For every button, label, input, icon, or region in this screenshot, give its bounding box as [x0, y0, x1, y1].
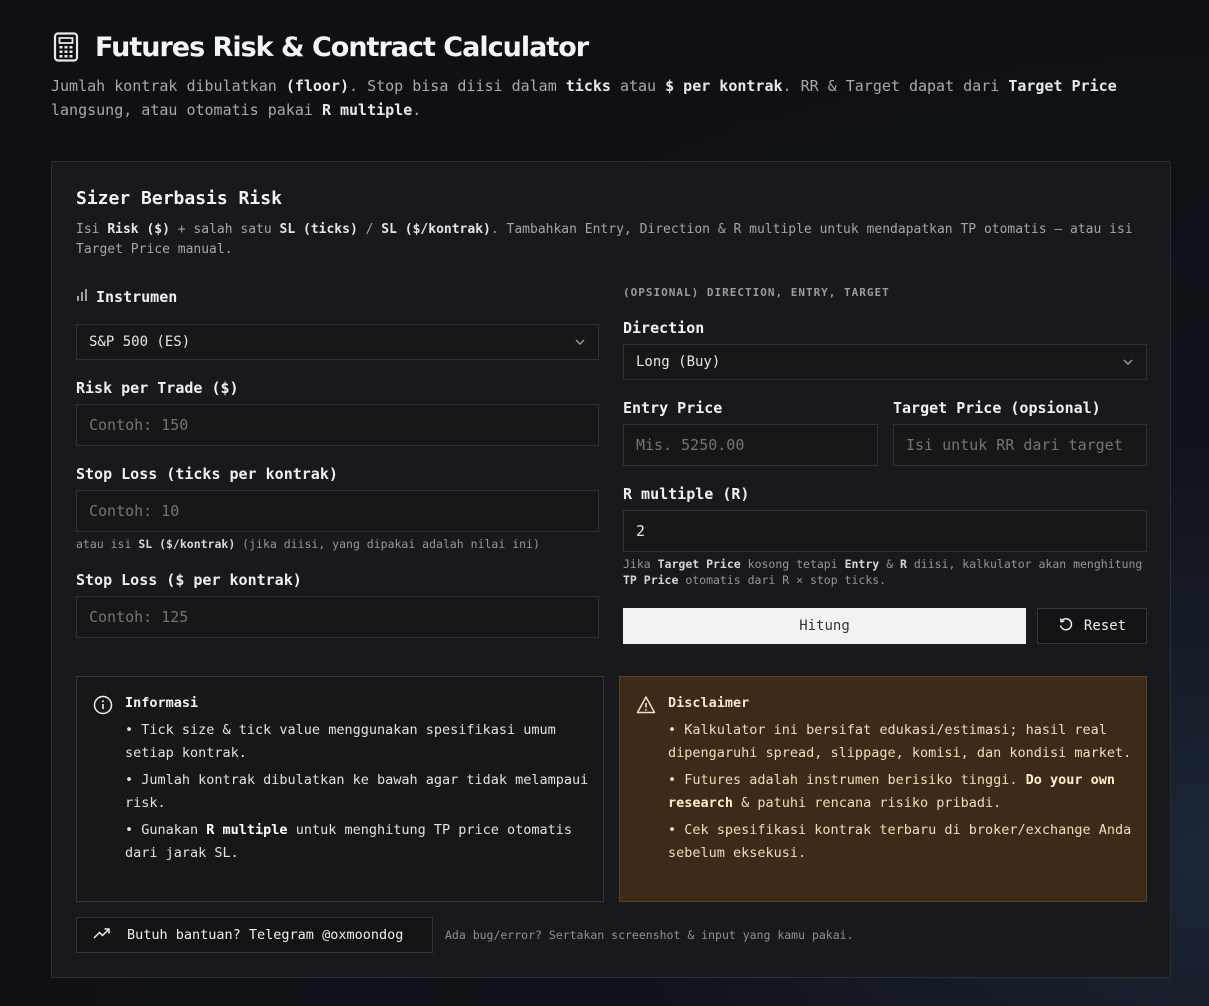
risk-label: Risk per Trade ($) [76, 379, 239, 397]
direction-select[interactable]: Long (Buy) [623, 344, 1147, 380]
instrument-label: Instrumen [96, 288, 178, 306]
target-label: Target Price (opsional) [893, 399, 1101, 417]
instrument-label-row: Instrumen [76, 288, 177, 306]
chevron-down-icon [574, 334, 586, 350]
help-label: Butuh bantuan? Telegram @oxmoondog [127, 927, 404, 943]
target-price-input[interactable] [893, 424, 1147, 466]
bug-report-note: Ada bug/error? Sertakan screenshot & inp… [445, 928, 854, 942]
card-title: Sizer Berbasis Risk [76, 188, 282, 209]
reset-button[interactable]: Reset [1037, 608, 1147, 644]
entry-label: Entry Price [623, 399, 723, 417]
trending-up-icon [93, 926, 111, 944]
bar-chart-icon [76, 288, 90, 306]
warning-icon [636, 695, 656, 719]
reset-icon [1058, 616, 1074, 636]
disclaimer-item: • Cek spesifikasi kontrak terbaru di bro… [668, 822, 1132, 861]
r-multiple-label: R multiple (R) [623, 485, 750, 503]
disclaimer-item: • Kalkulator ini bersifat edukasi/estima… [668, 722, 1132, 761]
reset-label: Reset [1083, 618, 1127, 634]
card-description: Isi Risk ($) + salah satu SL (ticks) / S… [76, 222, 1133, 257]
page-subtitle: Jumlah kontrak dibulatkan (floor). Stop … [51, 77, 1117, 119]
info-icon [93, 695, 113, 719]
info-box: Informasi • Tick size & tick value mengg… [76, 676, 604, 902]
info-title: Informasi [125, 695, 199, 711]
telegram-help-button[interactable]: Butuh bantuan? Telegram @oxmoondog [76, 917, 433, 953]
direction-label: Direction [623, 319, 705, 337]
hitung-button[interactable]: Hitung [623, 608, 1026, 644]
risk-sizer-card: Sizer Berbasis Risk Isi Risk ($) + salah… [51, 161, 1171, 978]
sl-dollar-input[interactable] [76, 596, 599, 638]
direction-select-value: Long (Buy) [636, 354, 721, 370]
sl-hint: atau isi SL ($/kontrak) (jika diisi, yan… [76, 537, 540, 551]
instrument-select-value: S&P 500 (ES) [89, 334, 191, 350]
entry-price-input[interactable] [623, 424, 878, 466]
sl-ticks-input[interactable] [76, 490, 599, 532]
calculator-icon [51, 32, 81, 62]
r-multiple-hint: Jika Target Price kosong tetapi Entry & … [623, 557, 1143, 587]
sl-dollar-label: Stop Loss ($ per kontrak) [76, 571, 302, 589]
info-item: • Gunakan R multiple untuk menghitung TP… [125, 822, 573, 861]
info-item: • Tick size & tick value menggunakan spe… [125, 722, 556, 761]
sl-ticks-label: Stop Loss (ticks per kontrak) [76, 465, 338, 483]
chevron-down-icon [1122, 354, 1134, 370]
page-title: Futures Risk & Contract Calculator [95, 31, 589, 63]
optional-section-caption: (OPSIONAL) DIRECTION, ENTRY, TARGET [623, 286, 890, 299]
page-header: Futures Risk & Contract Calculator Jumla… [51, 30, 1161, 122]
disclaimer-box: Disclaimer • Kalkulator ini bersifat edu… [619, 676, 1147, 902]
disclaimer-item: • Futures adalah instrumen berisiko ting… [668, 772, 1116, 811]
info-item: • Jumlah kontrak dibulatkan ke bawah aga… [125, 772, 589, 811]
title-row: Futures Risk & Contract Calculator [51, 30, 1161, 64]
risk-input[interactable] [76, 404, 599, 446]
r-multiple-input[interactable] [623, 510, 1147, 552]
disclaimer-title: Disclaimer [668, 695, 750, 711]
instrument-select[interactable]: S&P 500 (ES) [76, 324, 599, 360]
info-list: • Tick size & tick value menggunakan spe… [125, 719, 591, 869]
disclaimer-list: • Kalkulator ini bersifat edukasi/estima… [668, 719, 1134, 869]
